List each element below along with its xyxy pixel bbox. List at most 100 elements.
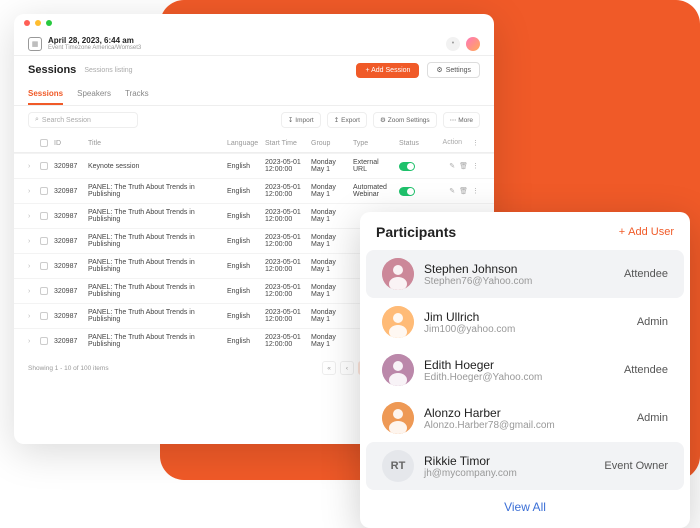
cell-start: 2023-05-0112:00:00	[265, 159, 307, 173]
section-row: Sessions Sessions listing + Add Session …	[14, 56, 494, 84]
chevron-right-icon[interactable]: ›	[28, 163, 36, 170]
col-status: Status	[399, 140, 429, 147]
cell-id: 320987	[54, 238, 84, 245]
search-icon: ⌕	[35, 116, 39, 124]
checkbox-all[interactable]	[40, 139, 48, 147]
cell-id: 320987	[54, 263, 84, 270]
participant-item[interactable]: Stephen JohnsonStephen76@Yahoo.com Attend…	[366, 250, 684, 298]
cell-id: 320987	[54, 338, 84, 345]
cell-type: AutomatedWebinar	[353, 184, 395, 198]
chevron-right-icon[interactable]: ›	[28, 313, 36, 320]
tab-speakers[interactable]: Speakers	[77, 84, 111, 105]
cell-lang: English	[227, 213, 261, 220]
bell-icon[interactable]: •	[446, 37, 460, 51]
chevron-right-icon[interactable]: ›	[28, 213, 36, 220]
cell-lang: English	[227, 188, 261, 195]
header-bar: ▦ April 28, 2023, 6:44 am Event Timezone…	[14, 32, 494, 56]
chevron-right-icon[interactable]: ›	[28, 338, 36, 345]
edit-icon[interactable]: ✎	[449, 187, 455, 195]
add-session-button[interactable]: + Add Session	[356, 63, 419, 78]
row-checkbox[interactable]	[40, 287, 48, 295]
row-checkbox[interactable]	[40, 262, 48, 270]
zoom-settings-button[interactable]: ⚙Zoom Settings	[373, 112, 437, 128]
row-checkbox[interactable]	[40, 237, 48, 245]
chevron-right-icon[interactable]: ›	[28, 263, 36, 270]
row-checkbox[interactable]	[40, 187, 48, 195]
cell-lang: English	[227, 338, 261, 345]
chevron-right-icon[interactable]: ›	[28, 238, 36, 245]
row-checkbox[interactable]	[40, 212, 48, 220]
participant-name: Stephen Johnson	[424, 262, 614, 276]
import-icon: ↧	[288, 116, 293, 124]
chevron-right-icon[interactable]: ›	[28, 288, 36, 295]
close-dot[interactable]	[24, 20, 30, 26]
edit-icon[interactable]: ✎	[449, 162, 455, 170]
cell-lang: English	[227, 163, 261, 170]
participant-item[interactable]: RTRikkie Timorjh@mycompany.comEvent Owne…	[366, 442, 684, 490]
participant-name: Jim Ullrich	[424, 310, 627, 324]
participant-email: jh@mycompany.com	[424, 468, 594, 479]
participant-role: Attendee	[624, 364, 668, 376]
row-checkbox[interactable]	[40, 312, 48, 320]
status-toggle[interactable]	[399, 162, 415, 171]
participant-item[interactable]: Edith HoegerEdith.Hoeger@Yahoo.comAttend…	[366, 346, 684, 394]
trash-icon[interactable]: 🗑	[459, 162, 468, 170]
table-row[interactable]: ›320987PANEL: The Truth About Trends in …	[14, 178, 494, 203]
page-prev[interactable]: ‹	[340, 361, 354, 375]
status-toggle[interactable]	[399, 187, 415, 196]
participant-email: Stephen76@Yahoo.com	[424, 276, 614, 287]
tab-sessions[interactable]: Sessions	[28, 84, 63, 105]
cell-group: MondayMay 1	[311, 309, 349, 323]
trash-icon[interactable]: 🗑	[459, 187, 468, 195]
page-info: Showing 1 - 10 of 100 items	[28, 365, 109, 372]
row-checkbox[interactable]	[40, 162, 48, 170]
participant-email: Jim100@yahoo.com	[424, 324, 627, 335]
participant-role: Admin	[637, 316, 668, 328]
col-group: Group	[311, 140, 349, 147]
header-date: April 28, 2023, 6:44 am	[48, 36, 440, 45]
user-avatar[interactable]	[466, 37, 480, 51]
window-titlebar	[14, 14, 494, 32]
more-icon: ⋯	[450, 116, 457, 124]
participant-avatar: RT	[382, 450, 414, 482]
page-first[interactable]: «	[322, 361, 336, 375]
cell-status	[399, 187, 429, 196]
table-row[interactable]: ›320987Keynote sessionEnglish2023-05-011…	[14, 153, 494, 178]
tabs: Sessions Speakers Tracks	[14, 84, 494, 106]
cell-group: MondayMay 1	[311, 159, 349, 173]
import-button[interactable]: ↧Import	[281, 112, 321, 128]
min-dot[interactable]	[35, 20, 41, 26]
participant-role: Attendee	[624, 268, 668, 280]
participant-item[interactable]: Alonzo HarberAlonzo.Harber78@gmail.comAd…	[366, 394, 684, 442]
cell-group: MondayMay 1	[311, 234, 349, 248]
cell-start: 2023-05-0112:00:00	[265, 309, 307, 323]
col-id: ID	[54, 140, 84, 147]
toolbar: ⌕Search Session ↧Import ↥Export ⚙Zoom Se…	[14, 106, 494, 134]
participant-avatar	[382, 306, 414, 338]
settings-button[interactable]: ⚙Settings	[427, 62, 480, 78]
header-timezone: Event Timezone America/Womset3	[48, 45, 440, 51]
cell-group: MondayMay 1	[311, 259, 349, 273]
cell-start: 2023-05-0112:00:00	[265, 284, 307, 298]
participant-avatar	[382, 402, 414, 434]
cell-id: 320987	[54, 313, 84, 320]
view-all-link[interactable]: View All	[360, 490, 690, 516]
tab-tracks[interactable]: Tracks	[125, 84, 149, 105]
calendar-icon: ▦	[28, 37, 42, 51]
col-lang: Language	[227, 140, 261, 147]
cell-lang: English	[227, 263, 261, 270]
row-menu-icon[interactable]: ⋮	[472, 162, 479, 170]
row-menu-icon[interactable]: ⋮	[472, 187, 479, 195]
add-user-button[interactable]: +Add User	[619, 226, 674, 238]
participant-avatar	[382, 354, 414, 386]
row-checkbox[interactable]	[40, 337, 48, 345]
cell-group: MondayMay 1	[311, 284, 349, 298]
export-button[interactable]: ↥Export	[327, 112, 367, 128]
search-input[interactable]: ⌕Search Session	[28, 112, 138, 128]
participant-item[interactable]: Jim UllrichJim100@yahoo.com Admin	[366, 298, 684, 346]
more-button[interactable]: ⋯More	[443, 112, 480, 128]
cell-start: 2023-05-0112:00:00	[265, 234, 307, 248]
chevron-right-icon[interactable]: ›	[28, 188, 36, 195]
cell-id: 320987	[54, 213, 84, 220]
max-dot[interactable]	[46, 20, 52, 26]
